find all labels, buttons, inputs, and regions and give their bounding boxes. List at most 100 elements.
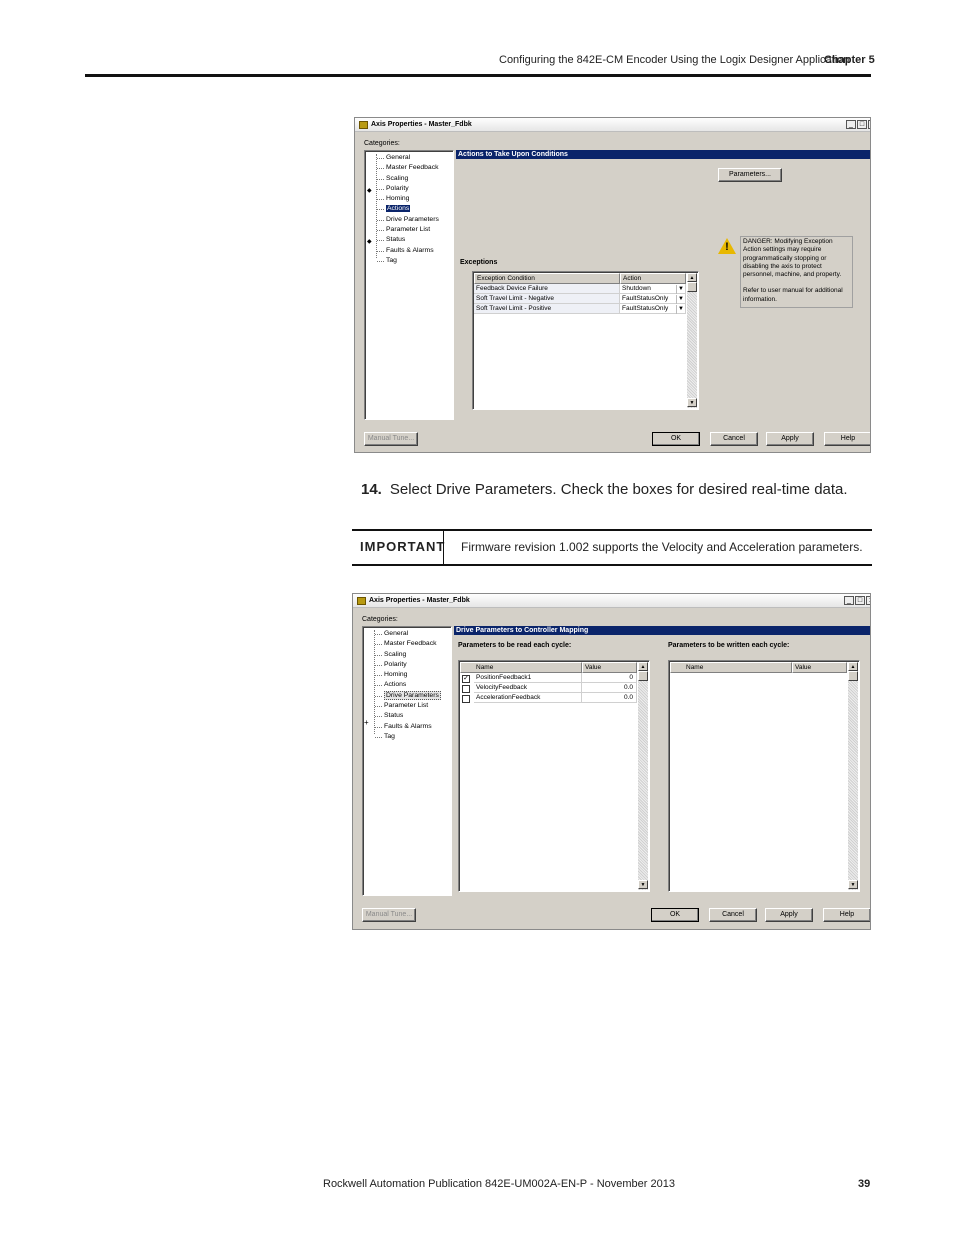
category-polarity[interactable]: Polarity bbox=[375, 660, 441, 670]
vertical-scrollbar[interactable] bbox=[638, 662, 648, 890]
category-master-feedback[interactable]: Master Feedback bbox=[375, 639, 441, 649]
dropdown-arrow-icon[interactable]: ▼ bbox=[676, 295, 685, 304]
arrow-up-icon[interactable]: ▲ bbox=[687, 273, 697, 282]
scroll-thumb[interactable] bbox=[848, 671, 858, 681]
tree-items: General Master Feedback Scaling Polarity… bbox=[375, 629, 441, 742]
categories-tree[interactable]: General Master Feedback Scaling Polarity… bbox=[362, 626, 452, 896]
maximize-button[interactable]: □ bbox=[855, 596, 865, 605]
category-status[interactable]: Status bbox=[377, 235, 439, 245]
category-parameter-list[interactable]: Parameter List bbox=[375, 701, 441, 711]
category-drive-parameters[interactable]: Drive Parameters bbox=[377, 215, 439, 225]
category-actions[interactable]: Actions bbox=[377, 204, 439, 214]
danger-line bbox=[743, 279, 850, 287]
maximize-button[interactable]: □ bbox=[857, 120, 867, 129]
help-button[interactable]: Help bbox=[823, 908, 870, 922]
table-cell: Soft Travel Limit - Negative bbox=[474, 294, 620, 304]
expander-icon[interactable]: ◆ bbox=[367, 238, 372, 245]
minimize-button[interactable]: _ bbox=[844, 596, 854, 605]
scroll-thumb[interactable] bbox=[638, 671, 648, 681]
category-scaling[interactable]: Scaling bbox=[377, 174, 439, 184]
danger-note: DANGER: Modifying Exception Action setti… bbox=[740, 236, 853, 308]
title-bar: Axis Properties - Master_Fdbk _ □ x bbox=[355, 118, 870, 132]
arrow-up-icon[interactable]: ▲ bbox=[848, 662, 858, 671]
read-params-label: Parameters to be read each cycle: bbox=[458, 642, 572, 649]
category-general[interactable]: General bbox=[375, 629, 441, 639]
categories-label: Categories: bbox=[362, 616, 398, 623]
category-faults-alarms[interactable]: Faults & Alarms bbox=[377, 246, 439, 256]
write-params-label: Parameters to be written each cycle: bbox=[668, 642, 790, 649]
write-params-table[interactable]: Name Value ▲ ▼ bbox=[668, 660, 860, 892]
apply-button[interactable]: Apply bbox=[766, 432, 814, 446]
expander-icon[interactable]: ◆ bbox=[367, 187, 372, 194]
read-params-table[interactable]: Name Value ✓ PositionFeedback1 0 Velocit… bbox=[458, 660, 650, 892]
manual-tune-button[interactable]: Manual Tune... bbox=[364, 432, 418, 446]
close-button[interactable]: x bbox=[868, 120, 870, 129]
vertical-scrollbar[interactable] bbox=[687, 273, 697, 408]
scroll-thumb[interactable] bbox=[687, 282, 697, 292]
dropdown-arrow-icon[interactable]: ▼ bbox=[676, 305, 685, 314]
category-polarity[interactable]: Polarity bbox=[377, 184, 439, 194]
exceptions-label: Exceptions bbox=[460, 259, 498, 266]
category-scaling[interactable]: Scaling bbox=[375, 650, 441, 660]
footer-publication: Rockwell Automation Publication 842E-UM0… bbox=[323, 1178, 675, 1190]
arrow-down-icon[interactable]: ▼ bbox=[687, 398, 697, 407]
category-master-feedback[interactable]: Master Feedback bbox=[377, 163, 439, 173]
category-homing[interactable]: Homing bbox=[377, 194, 439, 204]
column-header-condition: Exception Condition bbox=[474, 273, 620, 284]
arrow-down-icon[interactable]: ▼ bbox=[638, 880, 648, 889]
row-checkbox[interactable] bbox=[462, 695, 470, 703]
page-number: 39 bbox=[858, 1178, 871, 1190]
category-drive-parameters[interactable]: Drive Parameters bbox=[375, 690, 441, 701]
row-checkbox[interactable]: ✓ bbox=[462, 675, 470, 683]
warning-exclamation: ! bbox=[725, 241, 729, 253]
help-button[interactable]: Help bbox=[824, 432, 870, 446]
chapter-label: Chapter 5 bbox=[824, 54, 875, 66]
header-rule bbox=[85, 74, 871, 77]
category-tag[interactable]: Tag bbox=[375, 732, 441, 742]
column-header-value: Value bbox=[582, 662, 637, 673]
close-button[interactable]: x bbox=[866, 596, 870, 605]
danger-line: disabling the axis to protect bbox=[743, 262, 822, 270]
cancel-button[interactable]: Cancel bbox=[709, 908, 757, 922]
running-header: Configuring the 842E-CM Encoder Using th… bbox=[499, 54, 850, 66]
category-faults-alarms[interactable]: Faults & Alarms bbox=[375, 722, 441, 732]
category-parameter-list[interactable]: Parameter List bbox=[377, 225, 439, 235]
minimize-button[interactable]: _ bbox=[846, 120, 856, 129]
important-label: IMPORTANT bbox=[360, 539, 446, 554]
step-instruction: 14. Select Drive Parameters. Check the bo… bbox=[361, 481, 848, 498]
ok-button[interactable]: OK bbox=[651, 908, 699, 922]
danger-line: DANGER: Modifying Exception bbox=[743, 238, 833, 245]
column-header-name: Name bbox=[670, 662, 792, 673]
important-note: IMPORTANT Firmware revision 1.002 suppor… bbox=[352, 529, 872, 566]
category-general[interactable]: General bbox=[377, 153, 439, 163]
category-homing[interactable]: Homing bbox=[375, 670, 441, 680]
window-title: Axis Properties - Master_Fdbk bbox=[369, 597, 470, 604]
parameters-button[interactable]: Parameters... bbox=[718, 168, 782, 182]
plus-icon[interactable]: + bbox=[364, 718, 369, 727]
category-actions[interactable]: Actions bbox=[375, 680, 441, 690]
window-title: Axis Properties - Master_Fdbk bbox=[371, 121, 472, 128]
danger-line: personnel, machine, and property. bbox=[743, 271, 842, 279]
manual-tune-button[interactable]: Manual Tune... bbox=[362, 908, 416, 922]
param-name: PositionFeedback1 bbox=[474, 673, 582, 683]
axis-properties-dialog-actions: Axis Properties - Master_Fdbk _ □ x Cate… bbox=[354, 117, 871, 453]
category-status[interactable]: Status bbox=[375, 711, 441, 721]
apply-button[interactable]: Apply bbox=[765, 908, 813, 922]
column-header-name: Name bbox=[460, 662, 582, 673]
row-checkbox[interactable] bbox=[462, 685, 470, 693]
danger-line: programmatically stopping or bbox=[743, 254, 827, 262]
step-number: 14. bbox=[361, 481, 382, 498]
danger-line: Action settings may require bbox=[743, 246, 822, 254]
cancel-button[interactable]: Cancel bbox=[710, 432, 758, 446]
categories-label: Categories: bbox=[364, 140, 400, 147]
categories-tree[interactable]: General Master Feedback Scaling Polarity… bbox=[364, 150, 454, 420]
param-value: 0.0 bbox=[582, 683, 637, 693]
exceptions-table[interactable]: Exception Condition Action Feedback Devi… bbox=[472, 271, 699, 410]
category-tag[interactable]: Tag bbox=[377, 256, 439, 266]
vertical-scrollbar[interactable] bbox=[848, 662, 858, 890]
arrow-up-icon[interactable]: ▲ bbox=[638, 662, 648, 671]
dropdown-arrow-icon[interactable]: ▼ bbox=[676, 285, 685, 294]
ok-button[interactable]: OK bbox=[652, 432, 700, 446]
app-icon bbox=[359, 121, 368, 129]
arrow-down-icon[interactable]: ▼ bbox=[848, 880, 858, 889]
